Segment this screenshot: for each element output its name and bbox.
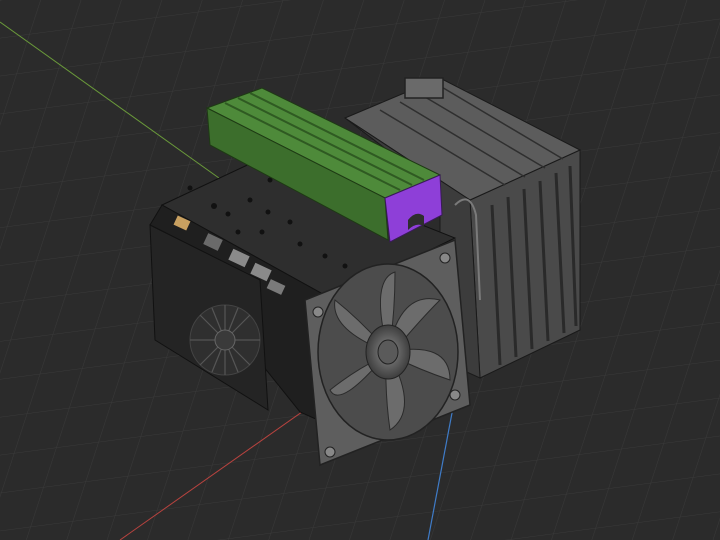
fan-hub-cap	[377, 339, 399, 365]
blower-fan-hub	[214, 329, 236, 351]
blower-fan[interactable]	[189, 304, 261, 376]
viewport-canvas[interactable]	[0, 0, 720, 540]
3d-viewport[interactable]	[0, 0, 720, 540]
